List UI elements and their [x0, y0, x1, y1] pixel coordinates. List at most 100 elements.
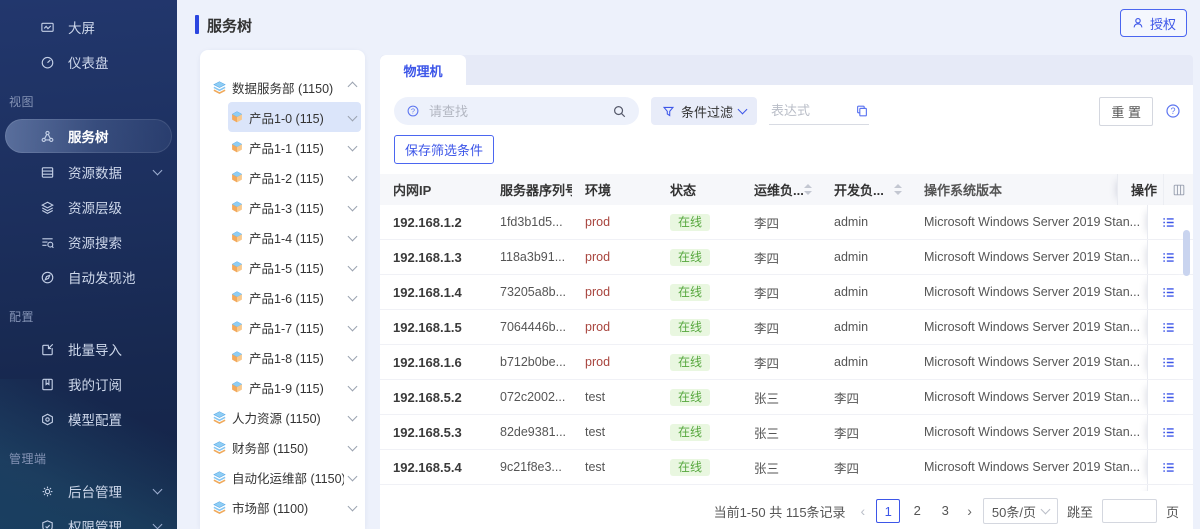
- tree-node-chevron-icon[interactable]: [348, 351, 358, 361]
- table-row[interactable]: 192.168.5.5 3927d134... test 在线 张三 李四 Mi…: [380, 485, 1193, 491]
- column-settings-icon[interactable]: [1172, 183, 1186, 197]
- sidebar-item[interactable]: 资源层级: [0, 190, 177, 224]
- page-size-select[interactable]: 50条/页: [983, 498, 1058, 524]
- sidebar-item[interactable]: 资源数据: [0, 155, 177, 189]
- cell-serial-number: 118a3b91...: [487, 240, 572, 274]
- table-row[interactable]: 192.168.5.3 82de9381... test 在线 张三 李四 Mi…: [380, 415, 1193, 450]
- department-layers-icon: [212, 440, 227, 455]
- tree-node[interactable]: 财务部 (1150): [210, 432, 361, 462]
- row-actions-icon[interactable]: [1161, 425, 1176, 440]
- page-unit-label: 页: [1166, 502, 1179, 521]
- tree-node[interactable]: 产品1-9 (115): [228, 372, 361, 402]
- column-settings-cell[interactable]: [1163, 174, 1193, 205]
- table-header-cell[interactable]: 环境: [572, 174, 657, 205]
- table-header-cell[interactable]: 操作: [1117, 174, 1163, 205]
- tree-node[interactable]: 产品1-3 (115): [228, 192, 361, 222]
- tree-node-chevron-icon[interactable]: [348, 171, 358, 181]
- sidebar-item[interactable]: 资源搜索: [0, 225, 177, 259]
- tree-node-chevron-icon[interactable]: [348, 111, 358, 121]
- table-header-cell[interactable]: 状态: [657, 174, 741, 205]
- tab-physical-machines[interactable]: 物理机: [380, 55, 466, 85]
- tree-node-chevron-icon[interactable]: [348, 201, 358, 211]
- tree-node-chevron-icon[interactable]: [348, 471, 358, 481]
- tree-node[interactable]: 产品1-8 (115): [228, 342, 361, 372]
- prev-page-icon[interactable]: ‹: [859, 503, 868, 519]
- row-actions-icon[interactable]: [1161, 250, 1176, 265]
- sidebar-item[interactable]: 我的订阅: [0, 367, 177, 401]
- expression-field[interactable]: [769, 98, 869, 125]
- table-row[interactable]: 192.168.5.2 072c2002... test 在线 张三 李四 Mi…: [380, 380, 1193, 415]
- table-header-cell[interactable]: 内网IP: [380, 174, 487, 205]
- sidebar-item[interactable]: 批量导入: [0, 332, 177, 366]
- tree-node[interactable]: 产品1-4 (115): [228, 222, 361, 252]
- reset-button[interactable]: 重 置: [1099, 97, 1153, 126]
- search-input[interactable]: [427, 103, 605, 120]
- search-box[interactable]: ?: [394, 97, 639, 125]
- help-circle-icon[interactable]: ?: [1165, 103, 1181, 119]
- table-header-cell[interactable]: 运维负...: [741, 174, 821, 205]
- sidebar-item[interactable]: 权限管理: [0, 509, 177, 529]
- cell-status: 在线: [657, 205, 741, 239]
- tree-node[interactable]: 数据服务部 (1150): [210, 72, 361, 102]
- table-row[interactable]: 192.168.1.6 b712b0be... prod 在线 李四 admin…: [380, 345, 1193, 380]
- page-number[interactable]: 2: [906, 499, 928, 521]
- table-header-cell[interactable]: 开发负...: [821, 174, 911, 205]
- next-page-icon[interactable]: ›: [965, 503, 974, 519]
- tree-node-chevron-icon[interactable]: [348, 231, 358, 241]
- sidebar-item[interactable]: 大屏: [0, 10, 177, 44]
- tree-node-chevron-icon[interactable]: [348, 441, 358, 451]
- tree-node-chevron-icon[interactable]: [348, 81, 358, 91]
- row-actions-icon[interactable]: [1161, 355, 1176, 370]
- table-row[interactable]: 192.168.1.5 7064446b... prod 在线 李四 admin…: [380, 310, 1193, 345]
- tree-node[interactable]: 人力资源 (1150): [210, 402, 361, 432]
- page-number[interactable]: 1: [876, 499, 900, 523]
- sidebar-item[interactable]: 仪表盘: [0, 45, 177, 79]
- tree-node[interactable]: 产品1-6 (115): [228, 282, 361, 312]
- vertical-scrollbar-thumb[interactable]: [1183, 230, 1190, 276]
- table-row[interactable]: 192.168.1.2 1fd3b1d5... prod 在线 李四 admin…: [380, 205, 1193, 240]
- tree-node-chevron-icon[interactable]: [348, 261, 358, 271]
- cell-environment: prod: [572, 205, 657, 239]
- tree-node[interactable]: 市场部 (1100): [210, 492, 361, 522]
- tree-node-chevron-icon[interactable]: [348, 141, 358, 151]
- sidebar-item[interactable]: 模型配置: [0, 402, 177, 436]
- table-header-cell[interactable]: 服务器序列号: [487, 174, 572, 205]
- table-header-cell[interactable]: 操作系统版本: [911, 174, 1117, 205]
- tree-node[interactable]: 产品1-5 (115): [228, 252, 361, 282]
- tree-node[interactable]: IT部 (1100): [210, 522, 361, 529]
- table-row[interactable]: 192.168.5.4 9c21f8e3... test 在线 张三 李四 Mi…: [380, 450, 1193, 485]
- row-actions-icon[interactable]: [1161, 390, 1176, 405]
- expression-input[interactable]: [769, 102, 851, 119]
- chevron-down-icon: [153, 520, 163, 529]
- table-row[interactable]: 192.168.1.4 73205a8b... prod 在线 李四 admin…: [380, 275, 1193, 310]
- sidebar: 大屏 仪表盘: [0, 0, 177, 529]
- row-actions-icon[interactable]: [1161, 320, 1176, 335]
- row-actions-icon[interactable]: [1161, 215, 1176, 230]
- tree-node-chevron-icon[interactable]: [348, 381, 358, 391]
- tree-node-chevron-icon[interactable]: [348, 321, 358, 331]
- row-actions-icon[interactable]: [1161, 285, 1176, 300]
- copy-icon[interactable]: [855, 104, 869, 118]
- sort-icon[interactable]: [804, 184, 812, 195]
- tree-node[interactable]: 产品1-0 (115): [228, 102, 361, 132]
- sidebar-item[interactable]: 自动发现池: [0, 260, 177, 294]
- condition-filter-button[interactable]: 条件过滤: [651, 97, 757, 125]
- authorize-button[interactable]: 授权: [1120, 9, 1187, 37]
- save-filter-button[interactable]: 保存筛选条件: [394, 135, 494, 164]
- tree-node-chevron-icon[interactable]: [348, 501, 358, 511]
- table-row[interactable]: 192.168.1.3 118a3b91... prod 在线 李四 admin…: [380, 240, 1193, 275]
- cell-status: 在线: [657, 240, 741, 274]
- tree-node[interactable]: 产品1-2 (115): [228, 162, 361, 192]
- tree-node-chevron-icon[interactable]: [348, 411, 358, 421]
- sort-icon[interactable]: [894, 184, 902, 195]
- row-actions-icon[interactable]: [1161, 460, 1176, 475]
- page-number[interactable]: 3: [934, 499, 956, 521]
- sidebar-item[interactable]: 服务树: [5, 119, 172, 153]
- tree-node[interactable]: 自动化运维部 (1150): [210, 462, 361, 492]
- search-icon[interactable]: [612, 104, 627, 119]
- tree-node-chevron-icon[interactable]: [348, 291, 358, 301]
- sidebar-item[interactable]: 后台管理: [0, 474, 177, 508]
- tree-node[interactable]: 产品1-7 (115): [228, 312, 361, 342]
- jump-to-page-input[interactable]: [1102, 499, 1157, 523]
- tree-node[interactable]: 产品1-1 (115): [228, 132, 361, 162]
